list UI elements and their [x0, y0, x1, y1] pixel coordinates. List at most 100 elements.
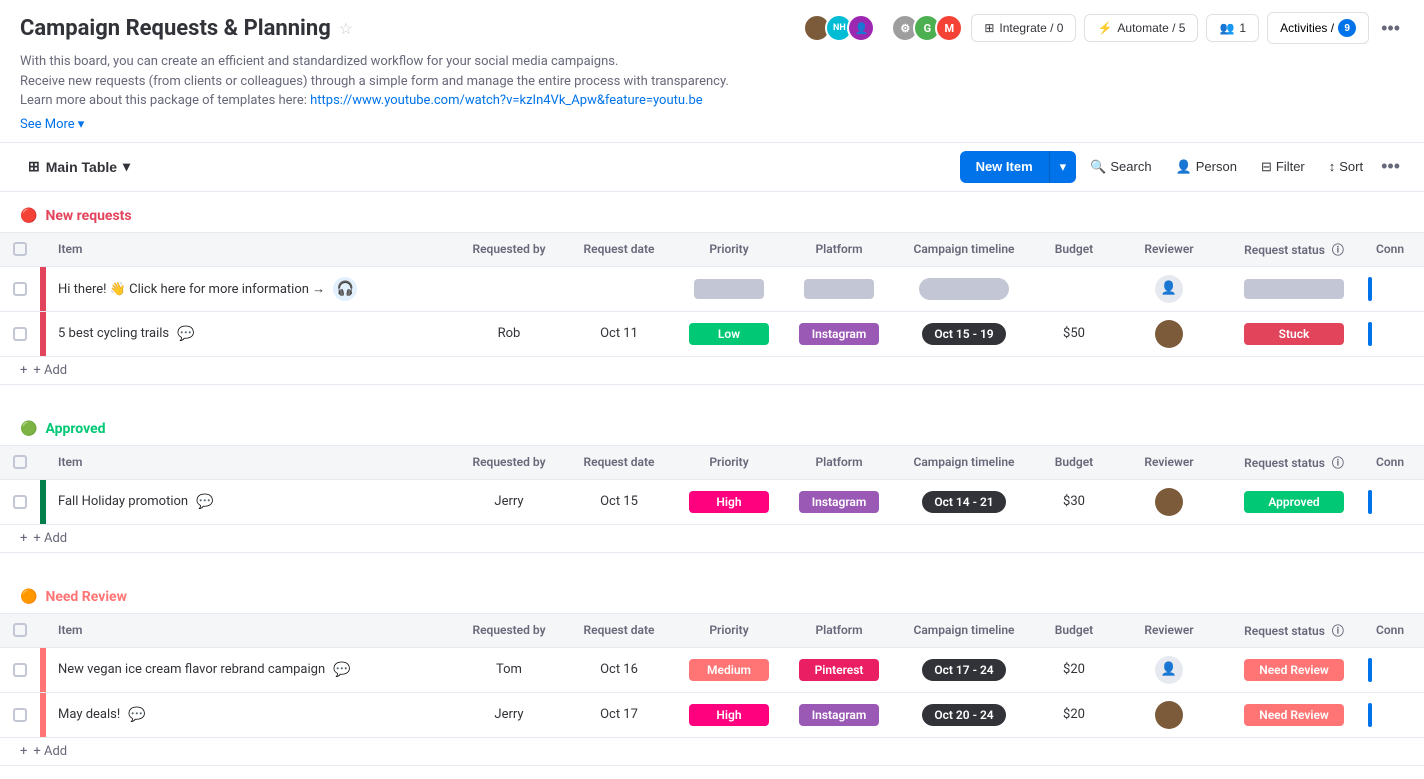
see-more[interactable]: See More ▾	[0, 115, 104, 142]
priority-pill[interactable]: High	[689, 491, 769, 513]
cell-request-date: Oct 16	[564, 654, 674, 685]
sort-button[interactable]: ↕ Sort	[1319, 153, 1373, 180]
row-checkbox[interactable]	[0, 700, 40, 730]
col-campaign-timeline: Campaign timeline	[894, 447, 1034, 477]
description-link[interactable]: https://www.youtube.com/watch?v=kzIn4Vk_…	[310, 93, 703, 108]
cell-platform[interactable]: Instagram	[784, 483, 894, 521]
header-checkbox[interactable]	[13, 623, 27, 637]
users-button[interactable]: 👥 1	[1206, 14, 1259, 42]
cell-conn	[1364, 482, 1424, 522]
platform-pill[interactable]: Instagram	[799, 491, 879, 513]
cell-status[interactable]: Stuck	[1224, 315, 1364, 353]
sort-icon: ↕	[1329, 159, 1336, 174]
comment-icon[interactable]: 💬	[177, 326, 194, 342]
status-pill[interactable]: Need Review	[1244, 704, 1344, 726]
comment-icon[interactable]: 💬	[128, 707, 145, 723]
cell-request-date: Oct 15	[564, 486, 674, 517]
row-checkbox[interactable]	[0, 274, 40, 304]
cell-status[interactable]: Need Review	[1224, 696, 1364, 734]
priority-pill[interactable]: High	[689, 704, 769, 726]
cell-platform[interactable]: Instagram	[784, 315, 894, 353]
automate-button[interactable]: ⚡ Automate / 5	[1084, 14, 1198, 42]
conn-bar	[1368, 322, 1372, 346]
timeline-pill[interactable]: Oct 20 - 24	[922, 704, 1005, 726]
new-item-dropdown-button[interactable]: ▾	[1049, 151, 1077, 183]
group-header-need-review: 🟠 Need Review	[0, 573, 1424, 613]
avatar-3[interactable]: 👤	[847, 14, 875, 42]
group-title-need-review: Need Review	[45, 589, 126, 605]
cell-requested-by: Tom	[454, 654, 564, 685]
status-pill[interactable]: Stuck	[1244, 323, 1344, 345]
timeline-pill[interactable]: Oct 15 - 19	[922, 323, 1005, 345]
table-row: Hi there! 👋 Click here for more informat…	[0, 267, 1424, 312]
filter-icon: ⊟	[1261, 159, 1272, 175]
col-priority: Priority	[674, 234, 784, 264]
cell-timeline: -	[894, 270, 1034, 308]
activities-button[interactable]: Activities / 9	[1267, 12, 1369, 44]
info-icon: ⓘ	[1332, 456, 1344, 470]
group-toggle-new-requests[interactable]: 🔴	[20, 208, 37, 224]
timeline-pill[interactable]: Oct 17 - 24	[922, 659, 1005, 681]
timeline-pill[interactable]: Oct 14 - 21	[922, 491, 1005, 513]
add-row-approved[interactable]: + + Add	[0, 525, 1424, 553]
add-row-new-requests[interactable]: + + Add	[0, 357, 1424, 385]
cell-status[interactable]: Need Review	[1224, 651, 1364, 689]
col-checkbox	[0, 447, 40, 477]
cell-platform[interactable]: Instagram	[784, 696, 894, 734]
group-toggle-need-review[interactable]: 🟠	[20, 589, 37, 605]
platform-pill[interactable]: Instagram	[799, 704, 879, 726]
comment-icon[interactable]: 💬	[333, 662, 350, 678]
platform-pill[interactable]: Instagram	[799, 323, 879, 345]
status-pill[interactable]: Need Review	[1244, 659, 1344, 681]
group-new-requests: 🔴 New requests Item Requested by Request…	[0, 192, 1424, 385]
add-row-need-review[interactable]: + + Add	[0, 738, 1424, 766]
main-table-button[interactable]: ⊞ Main Table ▾	[20, 152, 138, 181]
status-pill[interactable]	[1244, 279, 1344, 299]
col-budget: Budget	[1034, 447, 1114, 477]
priority-pill[interactable]	[694, 279, 764, 299]
status-pill[interactable]: Approved	[1244, 491, 1344, 513]
timeline-pill[interactable]: -	[919, 278, 1009, 300]
priority-pill[interactable]: Medium	[689, 659, 769, 681]
cell-priority[interactable]: High	[674, 696, 784, 734]
cell-timeline[interactable]: Oct 14 - 21	[894, 483, 1034, 521]
cell-timeline[interactable]: Oct 17 - 24	[894, 651, 1034, 689]
cell-platform[interactable]: Pinterest	[784, 651, 894, 689]
row-item-name[interactable]: New vegan ice cream flavor rebrand campa…	[46, 652, 454, 688]
automate-icon: ⚡	[1097, 21, 1112, 35]
cell-timeline[interactable]: Oct 20 - 24	[894, 696, 1034, 734]
cell-reviewer	[1114, 693, 1224, 737]
comment-icon[interactable]: 💬	[196, 494, 213, 510]
header-more-button[interactable]: •••	[1377, 14, 1404, 43]
search-button[interactable]: 🔍 Search	[1080, 153, 1161, 181]
cell-timeline[interactable]: Oct 15 - 19	[894, 315, 1034, 353]
row-item-name[interactable]: Fall Holiday promotion 💬	[46, 484, 454, 520]
row-checkbox[interactable]	[0, 487, 40, 517]
header-checkbox[interactable]	[13, 455, 27, 469]
priority-pill[interactable]: Low	[689, 323, 769, 345]
header-checkbox[interactable]	[13, 242, 27, 256]
avatar-6[interactable]: M	[935, 14, 963, 42]
cell-status[interactable]: Approved	[1224, 483, 1364, 521]
col-requested-by: Requested by	[454, 234, 564, 264]
row-item-name[interactable]: Hi there! 👋 Click here for more informat…	[46, 267, 454, 311]
row-item-name[interactable]: May deals! 💬	[46, 697, 454, 733]
row-item-name[interactable]: 5 best cycling trails 💬	[46, 316, 454, 352]
row-checkbox[interactable]	[0, 655, 40, 685]
cell-priority[interactable]: Low	[674, 315, 784, 353]
integrate-button[interactable]: ⊞ Integrate / 0	[971, 14, 1076, 42]
header-actions: NH 👤 ⚙ G M ⊞ Integrate / 0 ⚡ Automate / …	[803, 12, 1404, 44]
toolbar-right: New Item ▾ 🔍 Search 👤 Person ⊟ Filter ↕ …	[960, 151, 1404, 183]
group-toggle-approved[interactable]: 🟢	[20, 421, 37, 437]
cell-priority[interactable]: Medium	[674, 651, 784, 689]
platform-pill[interactable]	[804, 279, 874, 299]
filter-button[interactable]: ⊟ Filter	[1251, 153, 1315, 181]
row-checkbox[interactable]	[0, 319, 40, 349]
star-icon[interactable]: ☆	[339, 19, 353, 38]
person-button[interactable]: 👤 Person	[1166, 153, 1247, 181]
add-icon: +	[20, 363, 27, 378]
cell-priority[interactable]: High	[674, 483, 784, 521]
toolbar-more-button[interactable]: •••	[1377, 152, 1404, 181]
new-item-button[interactable]: New Item	[960, 151, 1049, 183]
platform-pill[interactable]: Pinterest	[799, 659, 879, 681]
